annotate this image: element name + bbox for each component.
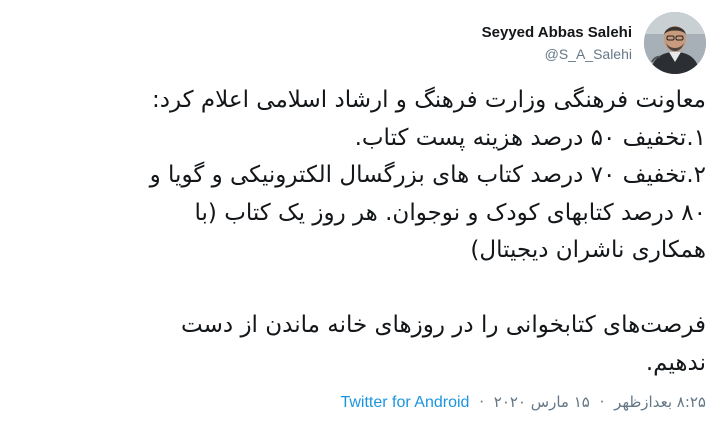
- tweet-line: همکاری ناشران دیجیتال): [470, 237, 706, 263]
- tweet-meta: ۸:۲۵ بعدازظهر · ۱۵ مارس ۲۰۲۰ · Twitter f…: [340, 393, 706, 412]
- tweet-header: Seyyed Abbas Salehi @S_A_Salehi: [482, 12, 706, 74]
- tweet-date[interactable]: ۱۵ مارس ۲۰۲۰: [494, 393, 590, 411]
- tweet-source-link[interactable]: Twitter for Android: [340, 394, 469, 411]
- tweet-text: معاونت فرهنگی وزارت فرهنگ و ارشاد اسلامی…: [18, 82, 706, 382]
- tweet-line: ۲.تخفیف ۷۰ درصد کتاب های بزرگسال الکترون…: [149, 162, 706, 188]
- tweet-line: ندهیم.: [645, 349, 706, 376]
- tweet-time[interactable]: ۸:۲۵ بعدازظهر: [614, 393, 706, 411]
- user-handle[interactable]: @S_A_Salehi: [545, 45, 632, 64]
- user-names: Seyyed Abbas Salehi @S_A_Salehi: [482, 23, 632, 64]
- meta-separator: ·: [479, 393, 484, 411]
- tweet-line: ۸۰ درصد کتابهای کودک و نوجوان. هر روز یک…: [194, 199, 707, 226]
- avatar[interactable]: [644, 12, 706, 74]
- tweet-line: ۱.تخفیف ۵۰ درصد هزینه پست کتاب.: [354, 124, 706, 151]
- meta-separator: ·: [599, 393, 605, 411]
- tweet-card: Seyyed Abbas Salehi @S_A_Salehi معاونت ف…: [0, 0, 720, 436]
- avatar-photo-icon: [644, 12, 706, 74]
- tweet-line: فرصت‌های کتابخوانی را در روزهای خانه مان…: [181, 312, 706, 338]
- tweet-line: معاونت فرهنگی وزارت فرهنگ و ارشاد اسلامی…: [151, 87, 706, 113]
- display-name[interactable]: Seyyed Abbas Salehi: [482, 23, 632, 42]
